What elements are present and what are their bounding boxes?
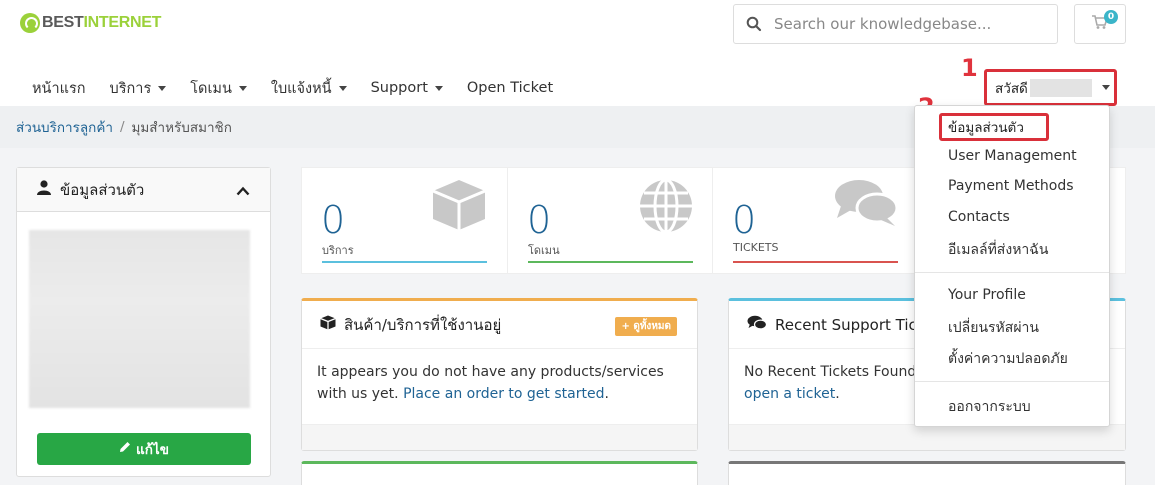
stat-services-label: บริการ <box>322 244 354 257</box>
logo-icon <box>20 13 40 33</box>
nav-home[interactable]: หน้าแรก <box>32 77 86 100</box>
dropdown-divider <box>915 272 1109 273</box>
edit-profile-button[interactable]: แก้ไข <box>37 433 251 465</box>
nav-open-ticket[interactable]: Open Ticket <box>467 80 553 96</box>
dropdown-item-logout[interactable]: ออกจากระบบ <box>948 396 1031 418</box>
recent-tickets-title: Recent Support Tic <box>775 315 917 334</box>
account-dropdown-menu: ข้อมูลส่วนตัว User Management Payment Me… <box>914 105 1110 427</box>
brand-logo[interactable]: BEST INTERNET <box>20 12 161 34</box>
profile-panel-title: ข้อมูลส่วนตัว <box>60 180 145 199</box>
active-products-footer <box>302 424 697 450</box>
no-tickets-text: No Recent Tickets Found. <box>744 364 921 380</box>
stat-tickets-underline <box>733 261 898 263</box>
knowledgebase-search[interactable] <box>733 4 1058 44</box>
nav-open-ticket-label: Open Ticket <box>466 80 554 96</box>
nav-domains-label: โดเมน <box>190 80 232 97</box>
greeting-text: สวัสดี <box>995 80 1028 97</box>
view-all-label: ดูทั้งหมด <box>633 321 671 332</box>
nav-services[interactable]: บริการ <box>110 77 167 100</box>
profile-panel: ข้อมูลส่วนตัว แก้ไข <box>16 167 271 477</box>
dropdown-item-emails[interactable]: อีเมลล์ที่ส่งหาฉัน <box>948 239 1048 261</box>
dropdown-item-profile[interactable]: ข้อมูลส่วนตัว <box>939 113 1049 141</box>
dropdown-divider <box>915 381 1109 382</box>
view-all-button[interactable]: + ดูทั้งหมด <box>615 317 677 336</box>
dropdown-item-security-settings[interactable]: ตั้งค่าความปลอดภัย <box>948 348 1068 370</box>
stat-domains-label: โดเมน <box>528 244 560 257</box>
no-tickets-tail: . <box>835 386 840 402</box>
caret-down-icon <box>434 85 443 91</box>
bottom-right-panel <box>728 461 1126 485</box>
logo-text-internet: INTERNET <box>83 14 162 31</box>
caret-down-icon <box>158 85 167 91</box>
dropdown-item-contacts[interactable]: Contacts <box>948 209 1010 225</box>
bottom-left-panel <box>301 461 698 485</box>
nav-domains[interactable]: โดเมน <box>190 77 247 100</box>
username-redacted <box>1029 78 1092 97</box>
active-products-header: สินค้า/บริการที่ใช้งานอยู่ + ดูทั้งหมด <box>302 301 697 349</box>
cube-icon <box>429 178 489 236</box>
no-products-tail: . <box>604 386 609 402</box>
recent-tickets-footer <box>729 424 1125 450</box>
nav-invoices[interactable]: ใบแจ้งหนี้ <box>271 77 347 100</box>
dropdown-item-payment-methods[interactable]: Payment Methods <box>948 178 1074 194</box>
comments-icon <box>747 315 768 335</box>
breadcrumb-home[interactable]: ส่วนบริการลูกค้า <box>16 116 113 138</box>
caret-down-icon <box>1101 85 1110 90</box>
logo-text-best: BEST <box>42 14 84 31</box>
nav-home-label: หน้าแรก <box>32 80 86 97</box>
comments-icon <box>833 178 899 232</box>
dropdown-item-user-management[interactable]: User Management <box>948 148 1077 164</box>
account-menu-toggle[interactable]: สวัสดี <box>984 69 1117 106</box>
user-icon <box>37 180 51 199</box>
plus-icon: + <box>621 321 634 332</box>
annotation-step-1: 1 <box>961 54 978 82</box>
open-ticket-link[interactable]: open a ticket <box>744 386 835 402</box>
stat-tickets-value: 0 <box>732 198 757 242</box>
stat-tickets[interactable]: 0 TICKETS <box>712 168 917 273</box>
stat-domains[interactable]: 0 โดเมน <box>507 168 712 273</box>
stat-services[interactable]: 0 บริการ <box>302 168 507 273</box>
active-products-title: สินค้า/บริการที่ใช้งานอยู่ <box>344 315 502 334</box>
active-products-panel: สินค้า/บริการที่ใช้งานอยู่ + ดูทั้งหมด I… <box>301 298 698 451</box>
nav-invoices-label: ใบแจ้งหนี้ <box>270 80 332 97</box>
chevron-up-icon[interactable] <box>236 182 250 200</box>
cube-icon <box>320 315 336 334</box>
stat-domains-underline <box>528 261 693 263</box>
profile-details-redacted <box>29 230 250 408</box>
nav-support[interactable]: Support <box>371 80 443 96</box>
dropdown-item-change-password[interactable]: เปลี่ยนรหัสผ่าน <box>948 317 1039 339</box>
active-products-body: It appears you do not have any products/… <box>302 349 697 417</box>
caret-down-icon <box>238 85 247 91</box>
pencil-icon <box>119 441 131 457</box>
edit-profile-label: แก้ไข <box>136 442 169 458</box>
place-order-link[interactable]: Place an order to get started <box>403 386 604 402</box>
profile-panel-header[interactable]: ข้อมูลส่วนตัว <box>17 168 270 212</box>
breadcrumb-separator: / <box>119 119 125 135</box>
dropdown-item-your-profile[interactable]: Your Profile <box>948 287 1026 303</box>
globe-icon <box>638 178 694 238</box>
nav-services-label: บริการ <box>109 80 152 97</box>
cart-count-badge: 0 <box>1104 10 1118 24</box>
stat-services-underline <box>322 261 487 263</box>
search-icon <box>734 16 774 32</box>
breadcrumb-current: มุมสำหรับสมาชิก <box>131 120 232 136</box>
dropdown-item-profile-label: ข้อมูลส่วนตัว <box>948 120 1024 136</box>
main-nav: หน้าแรก บริการ โดเมน ใบแจ้งหนี้ Support … <box>0 70 553 106</box>
search-input[interactable] <box>774 15 1034 33</box>
stat-domains-value: 0 <box>527 198 552 242</box>
nav-support-label: Support <box>370 80 428 96</box>
stat-tickets-label: TICKETS <box>733 241 779 254</box>
caret-down-icon <box>338 85 347 91</box>
cart-button[interactable]: 0 <box>1074 4 1126 44</box>
stat-services-value: 0 <box>321 198 346 242</box>
